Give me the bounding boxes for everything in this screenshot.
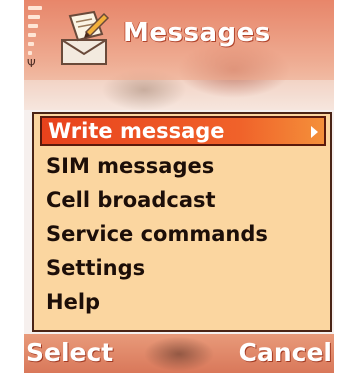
menu-item-service-commands[interactable]: Service commands	[40, 219, 326, 249]
menu-item-label: SIM messages	[46, 154, 215, 178]
cancel-softkey[interactable]: Cancel	[239, 338, 332, 367]
softkey-bar: Select Cancel	[24, 334, 334, 373]
menu-item-label: Write message	[48, 119, 225, 143]
chevron-right-icon	[311, 126, 318, 138]
menu-item-label: Settings	[46, 256, 146, 280]
menu-item-label: Cell broadcast	[46, 188, 216, 212]
phone-screen: Ψ Messages Write message SIM messages Ce…	[24, 0, 334, 373]
antenna-icon: Ψ	[27, 57, 36, 70]
select-softkey[interactable]: Select	[26, 338, 113, 367]
menu-item-settings[interactable]: Settings	[40, 253, 326, 283]
page-title: Messages	[123, 18, 271, 48]
menu-item-sim-messages[interactable]: SIM messages	[40, 151, 326, 181]
menu-item-write-message[interactable]: Write message	[40, 116, 326, 146]
menu-item-label: Help	[46, 290, 101, 314]
menu-item-help[interactable]: Help	[40, 287, 326, 317]
signal-strength-indicator	[28, 6, 42, 64]
menu-item-label: Service commands	[46, 222, 268, 246]
envelope-write-icon	[56, 10, 112, 68]
menu-item-cell-broadcast[interactable]: Cell broadcast	[40, 185, 326, 215]
menu-list: Write message SIM messages Cell broadcas…	[32, 112, 332, 332]
